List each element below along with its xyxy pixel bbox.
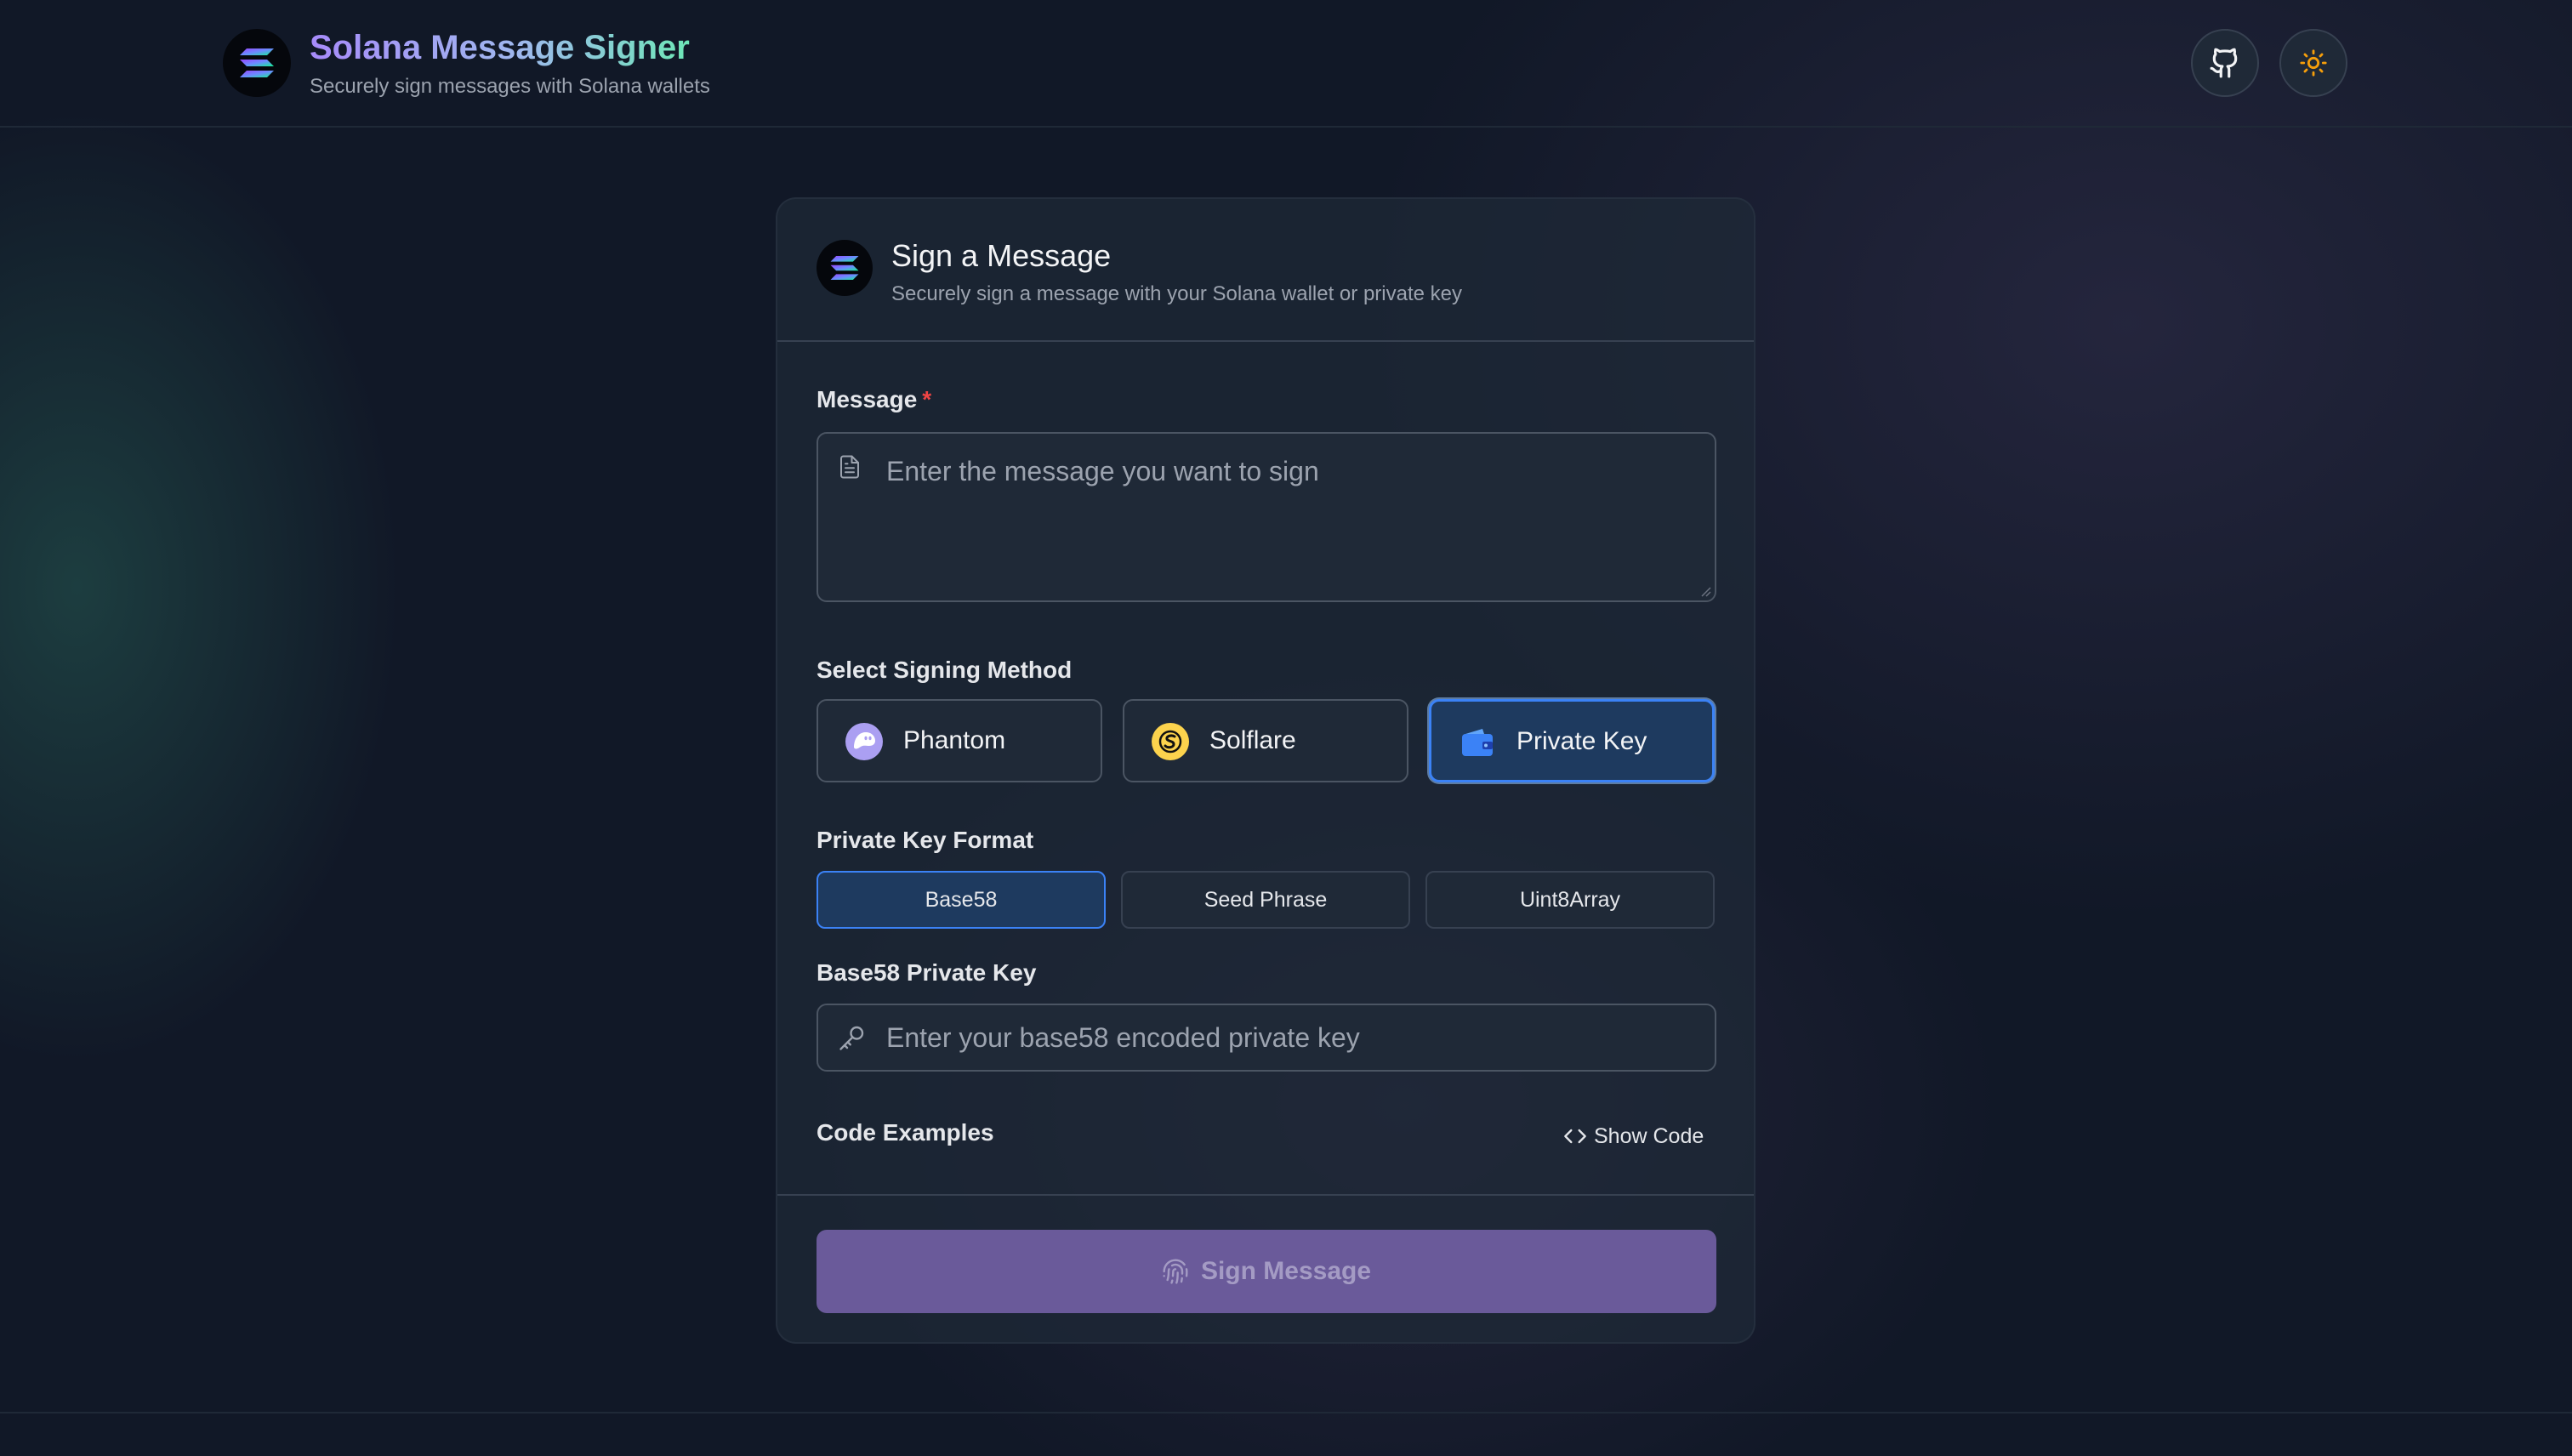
private-key-field[interactable] xyxy=(817,1004,1716,1072)
required-mark: * xyxy=(922,386,932,412)
format-button-uint8array[interactable]: Uint8Array xyxy=(1425,871,1715,929)
private-key-label: Base58 Private Key xyxy=(817,959,1037,986)
private-key-input[interactable] xyxy=(886,1021,1694,1055)
solana-logo-icon xyxy=(817,240,873,296)
footer-divider xyxy=(0,1412,2572,1413)
show-code-label: Show Code xyxy=(1594,1123,1704,1148)
card-subtitle: Securely sign a message with your Solana… xyxy=(891,282,1462,305)
fingerprint-icon xyxy=(1163,1259,1188,1284)
show-code-button[interactable]: Show Code xyxy=(1563,1119,1704,1153)
sign-message-card: Sign a Message Securely sign a message w… xyxy=(776,197,1755,1344)
card-header: Sign a Message Securely sign a message w… xyxy=(777,199,1754,342)
signing-method-label: Select Signing Method xyxy=(817,657,1073,683)
solana-logo-icon xyxy=(223,29,291,97)
sun-icon xyxy=(2300,49,2327,77)
code-examples-label: Code Examples xyxy=(817,1119,994,1146)
wallet-icon xyxy=(1459,724,1496,761)
card-footer: Sign Message xyxy=(777,1194,1754,1342)
method-label: Solflare xyxy=(1209,726,1296,754)
phantom-icon xyxy=(845,723,883,760)
theme-toggle-button[interactable] xyxy=(2279,29,2347,97)
app-subtitle: Securely sign messages with Solana walle… xyxy=(310,75,710,98)
message-input[interactable] xyxy=(886,454,1694,582)
format-button-base58[interactable]: Base58 xyxy=(817,871,1106,929)
solflare-icon xyxy=(1152,723,1189,760)
method-button-solflare[interactable]: Solflare xyxy=(1123,699,1408,782)
document-icon xyxy=(840,455,859,479)
key-icon xyxy=(839,1026,864,1050)
resize-handle-icon[interactable] xyxy=(1699,585,1711,597)
sign-message-label: Sign Message xyxy=(1200,1257,1372,1285)
app-header: Solana Message Signer Securely sign mess… xyxy=(0,0,2572,128)
format-button-seed-phrase[interactable]: Seed Phrase xyxy=(1121,871,1410,929)
message-label: Message * xyxy=(817,386,932,412)
code-icon xyxy=(1564,1129,1586,1144)
github-button[interactable] xyxy=(2191,29,2259,97)
card-title: Sign a Message xyxy=(891,238,1112,273)
key-format-label: Private Key Format xyxy=(817,827,1034,853)
message-field[interactable] xyxy=(817,432,1716,602)
method-button-phantom[interactable]: Phantom xyxy=(817,699,1102,782)
sign-message-button[interactable]: Sign Message xyxy=(817,1230,1716,1313)
method-label: Private Key xyxy=(1516,727,1647,755)
app-title: Solana Message Signer xyxy=(310,29,690,66)
method-button-private-key[interactable]: Private Key xyxy=(1429,699,1715,782)
method-label: Phantom xyxy=(903,726,1006,754)
github-icon xyxy=(2210,48,2238,78)
